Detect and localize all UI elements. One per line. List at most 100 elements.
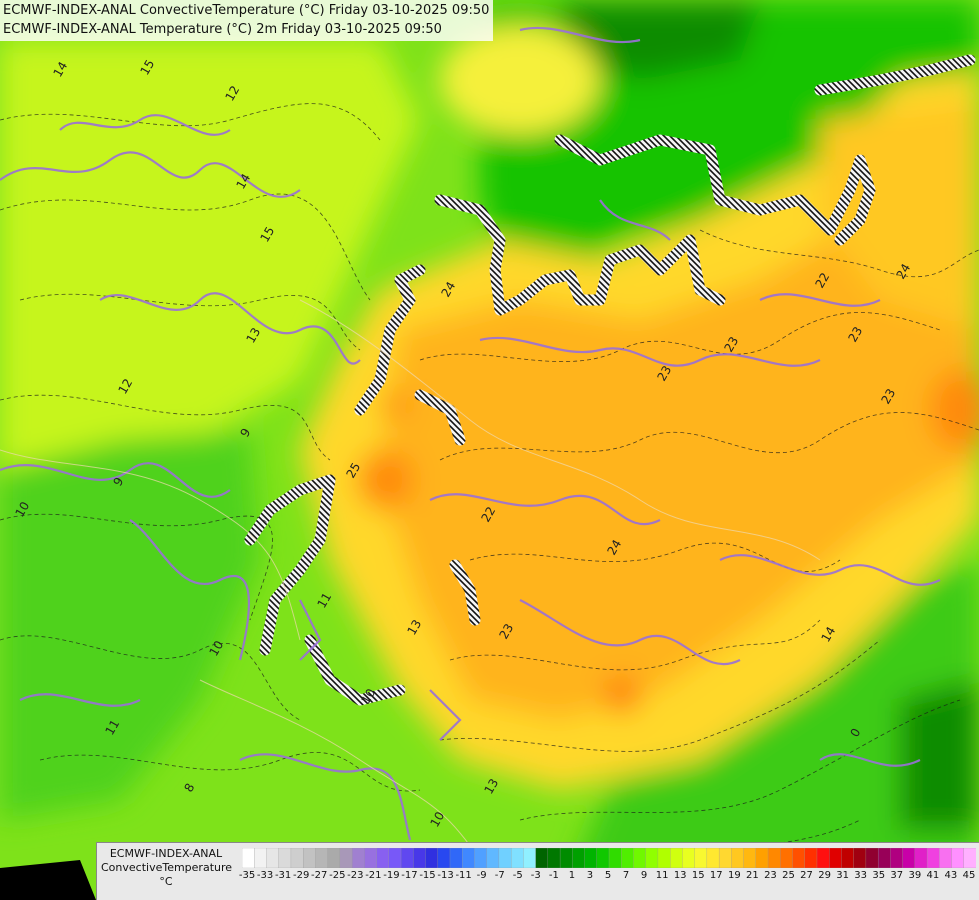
legend-swatch xyxy=(584,848,598,868)
legend-swatch xyxy=(963,848,976,868)
legend-tick: -13 xyxy=(437,870,454,881)
legend-swatch xyxy=(425,848,439,868)
weather-map[interactable]: 14 15121415131291092425222423232223242323… xyxy=(0,0,979,900)
legend-swatch xyxy=(743,848,757,868)
legend-swatch xyxy=(327,848,341,868)
title-line-temperature: ECMWF-INDEX-ANAL Temperature (°C) 2m Fri… xyxy=(3,22,442,37)
legend-tick: -33 xyxy=(256,870,274,881)
legend-swatch xyxy=(413,848,426,868)
legend-tick: 13 xyxy=(673,870,687,881)
map-viewer: 14 15 12 14 15 13 12 9 10 9 24 25 22 24 23 23 22 23 24 23 23… xyxy=(0,0,979,900)
legend-tick: 37 xyxy=(890,870,904,881)
legend-tick: 43 xyxy=(944,870,958,881)
legend-tick: -25 xyxy=(329,870,346,881)
legend-swatch xyxy=(939,848,952,868)
legend-tick: -35 xyxy=(238,870,256,881)
legend-tick: 21 xyxy=(746,870,759,881)
legend-swatch xyxy=(266,848,280,868)
legend-swatch xyxy=(841,848,855,868)
legend-swatch xyxy=(926,848,940,868)
map-title: ECMWF-INDEX-ANAL ConvectiveTemperature (… xyxy=(0,0,494,41)
legend-swatch xyxy=(376,848,390,868)
legend-tick: -31 xyxy=(274,870,292,881)
legend-swatch xyxy=(804,848,818,868)
legend-tick: 27 xyxy=(800,870,813,881)
legend-swatch xyxy=(303,848,316,868)
legend-swatch xyxy=(351,848,365,868)
hotspot-south xyxy=(604,677,640,713)
legend-swatch xyxy=(242,848,255,868)
legend-swatch xyxy=(645,848,659,868)
hotspot-west xyxy=(357,450,413,510)
legend-swatch xyxy=(596,848,610,868)
legend-swatch xyxy=(657,848,671,868)
legend-swatch xyxy=(951,848,965,868)
legend-swatch xyxy=(278,848,292,868)
legend-tick: 29 xyxy=(818,870,831,881)
legend-tick: 5 xyxy=(604,870,612,881)
legend-tick: 17 xyxy=(709,870,723,881)
legend-tick: 23 xyxy=(764,870,777,881)
legend-tick: -15 xyxy=(419,870,436,881)
legend-swatch xyxy=(608,848,622,868)
legend-swatch xyxy=(780,848,793,868)
legend-unit: °C xyxy=(159,875,173,888)
legend-swatch xyxy=(572,848,585,868)
temperature-field xyxy=(0,0,979,900)
legend-tick: -19 xyxy=(383,870,400,881)
legend-tick: 39 xyxy=(908,870,922,881)
legend-tick: -3 xyxy=(530,870,541,881)
legend-swatch xyxy=(706,848,720,868)
legend-swatch xyxy=(829,848,842,868)
legend-tick: -11 xyxy=(455,870,472,881)
color-legend: ECMWF-INDEX-ANAL ConvectiveTemperature °… xyxy=(96,842,979,900)
legend-swatch xyxy=(559,848,573,868)
legend-tick: -1 xyxy=(548,870,559,881)
legend-swatch xyxy=(400,848,414,868)
legend-swatch xyxy=(633,848,647,868)
legend-swatch xyxy=(853,848,867,868)
legend-tick: -17 xyxy=(401,870,418,881)
legend-swatch xyxy=(670,848,683,868)
legend-swatch xyxy=(486,848,500,868)
legend-tick: -27 xyxy=(311,870,328,881)
legend-tick: 15 xyxy=(691,870,705,881)
legend-swatch xyxy=(315,848,329,868)
legend-swatch xyxy=(682,848,696,868)
legend-swatch xyxy=(449,848,463,868)
legend-model: ECMWF-INDEX-ANAL xyxy=(109,847,223,860)
legend-color-bar xyxy=(242,848,976,868)
legend-title: ECMWF-INDEX-ANAL ConvectiveTemperature °… xyxy=(101,847,233,889)
legend-swatch xyxy=(718,848,732,868)
legend-tick: -23 xyxy=(347,870,364,881)
legend-swatch xyxy=(523,848,537,868)
legend-swatch xyxy=(535,848,549,868)
legend-swatch xyxy=(547,848,561,868)
legend-tick: 7 xyxy=(622,870,630,881)
legend-swatch xyxy=(290,848,304,868)
title-line-convective: ECMWF-INDEX-ANAL ConvectiveTemperature (… xyxy=(3,3,490,18)
legend-swatch xyxy=(364,848,378,868)
hotspot-northwest xyxy=(381,391,409,419)
legend-swatch xyxy=(877,848,891,868)
legend-swatch xyxy=(621,848,634,868)
legend-tick: 19 xyxy=(727,870,741,881)
legend-swatch xyxy=(792,848,806,868)
legend-tick: 3 xyxy=(586,870,594,881)
legend-tick: 1 xyxy=(568,870,576,881)
legend-variable: ConvectiveTemperature xyxy=(101,861,233,874)
legend-tick: -29 xyxy=(292,870,310,881)
legend-tick: 25 xyxy=(782,870,795,881)
legend-tick: -7 xyxy=(494,870,505,881)
legend-tick: 33 xyxy=(854,870,868,881)
legend-swatch xyxy=(816,848,830,868)
legend-tick: 45 xyxy=(962,870,976,881)
legend-tick: 41 xyxy=(926,870,940,881)
legend-swatch xyxy=(731,848,745,868)
legend-swatch xyxy=(865,848,879,868)
legend-tick: -5 xyxy=(512,870,523,881)
legend-swatch xyxy=(388,848,402,868)
legend-swatch xyxy=(474,848,488,868)
legend-tick: 11 xyxy=(655,870,669,881)
field-yellow-north xyxy=(440,25,600,135)
